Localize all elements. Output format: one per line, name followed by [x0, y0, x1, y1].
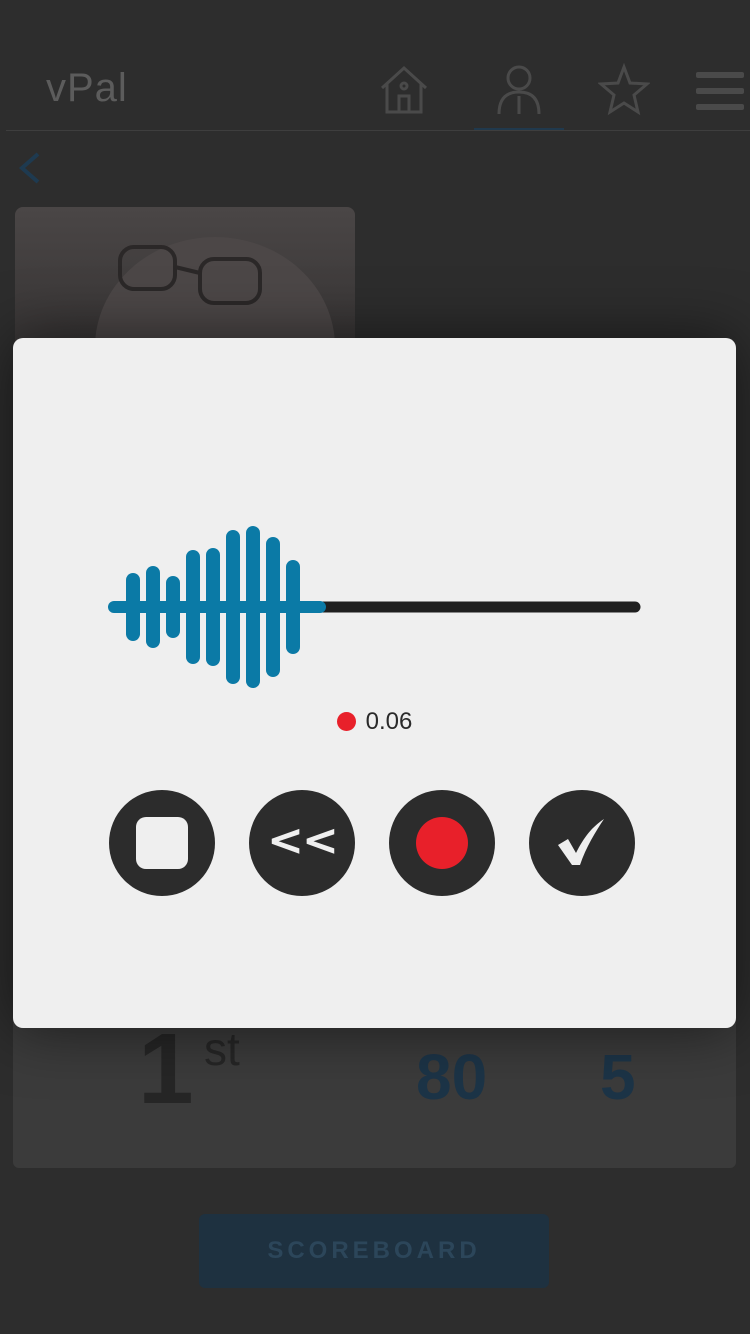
brand-title: vPal	[46, 66, 128, 110]
stat-value: 80	[416, 1041, 488, 1113]
stat-value: 5	[600, 1041, 636, 1113]
checkmark-icon	[558, 819, 604, 865]
scoreboard-button[interactable]: SCOREBOARD	[199, 1214, 549, 1288]
back-chevron-icon[interactable]	[14, 148, 44, 188]
star-icon[interactable]	[597, 62, 651, 118]
rewind-icon: <<	[267, 815, 339, 866]
menu-icon[interactable]	[696, 62, 744, 118]
stop-icon	[136, 817, 188, 869]
rank-suffix: st	[204, 1023, 240, 1075]
home-icon[interactable]	[378, 62, 430, 118]
recording-timer: 0.06	[13, 708, 736, 736]
recorder-dialog: 0.06 <<	[13, 338, 736, 1028]
rank-number: 1	[138, 1013, 194, 1125]
recording-indicator-icon	[336, 712, 356, 731]
confirm-button[interactable]	[529, 790, 635, 896]
audio-waveform	[108, 526, 641, 688]
profile-icon[interactable]	[493, 62, 545, 118]
header-divider	[6, 130, 750, 131]
stop-button[interactable]	[109, 790, 215, 896]
top-bar: vPal	[0, 0, 750, 131]
record-icon	[416, 817, 468, 869]
rewind-button[interactable]: <<	[249, 790, 355, 896]
elapsed-time: 0.06	[365, 708, 413, 735]
record-button[interactable]	[389, 790, 495, 896]
